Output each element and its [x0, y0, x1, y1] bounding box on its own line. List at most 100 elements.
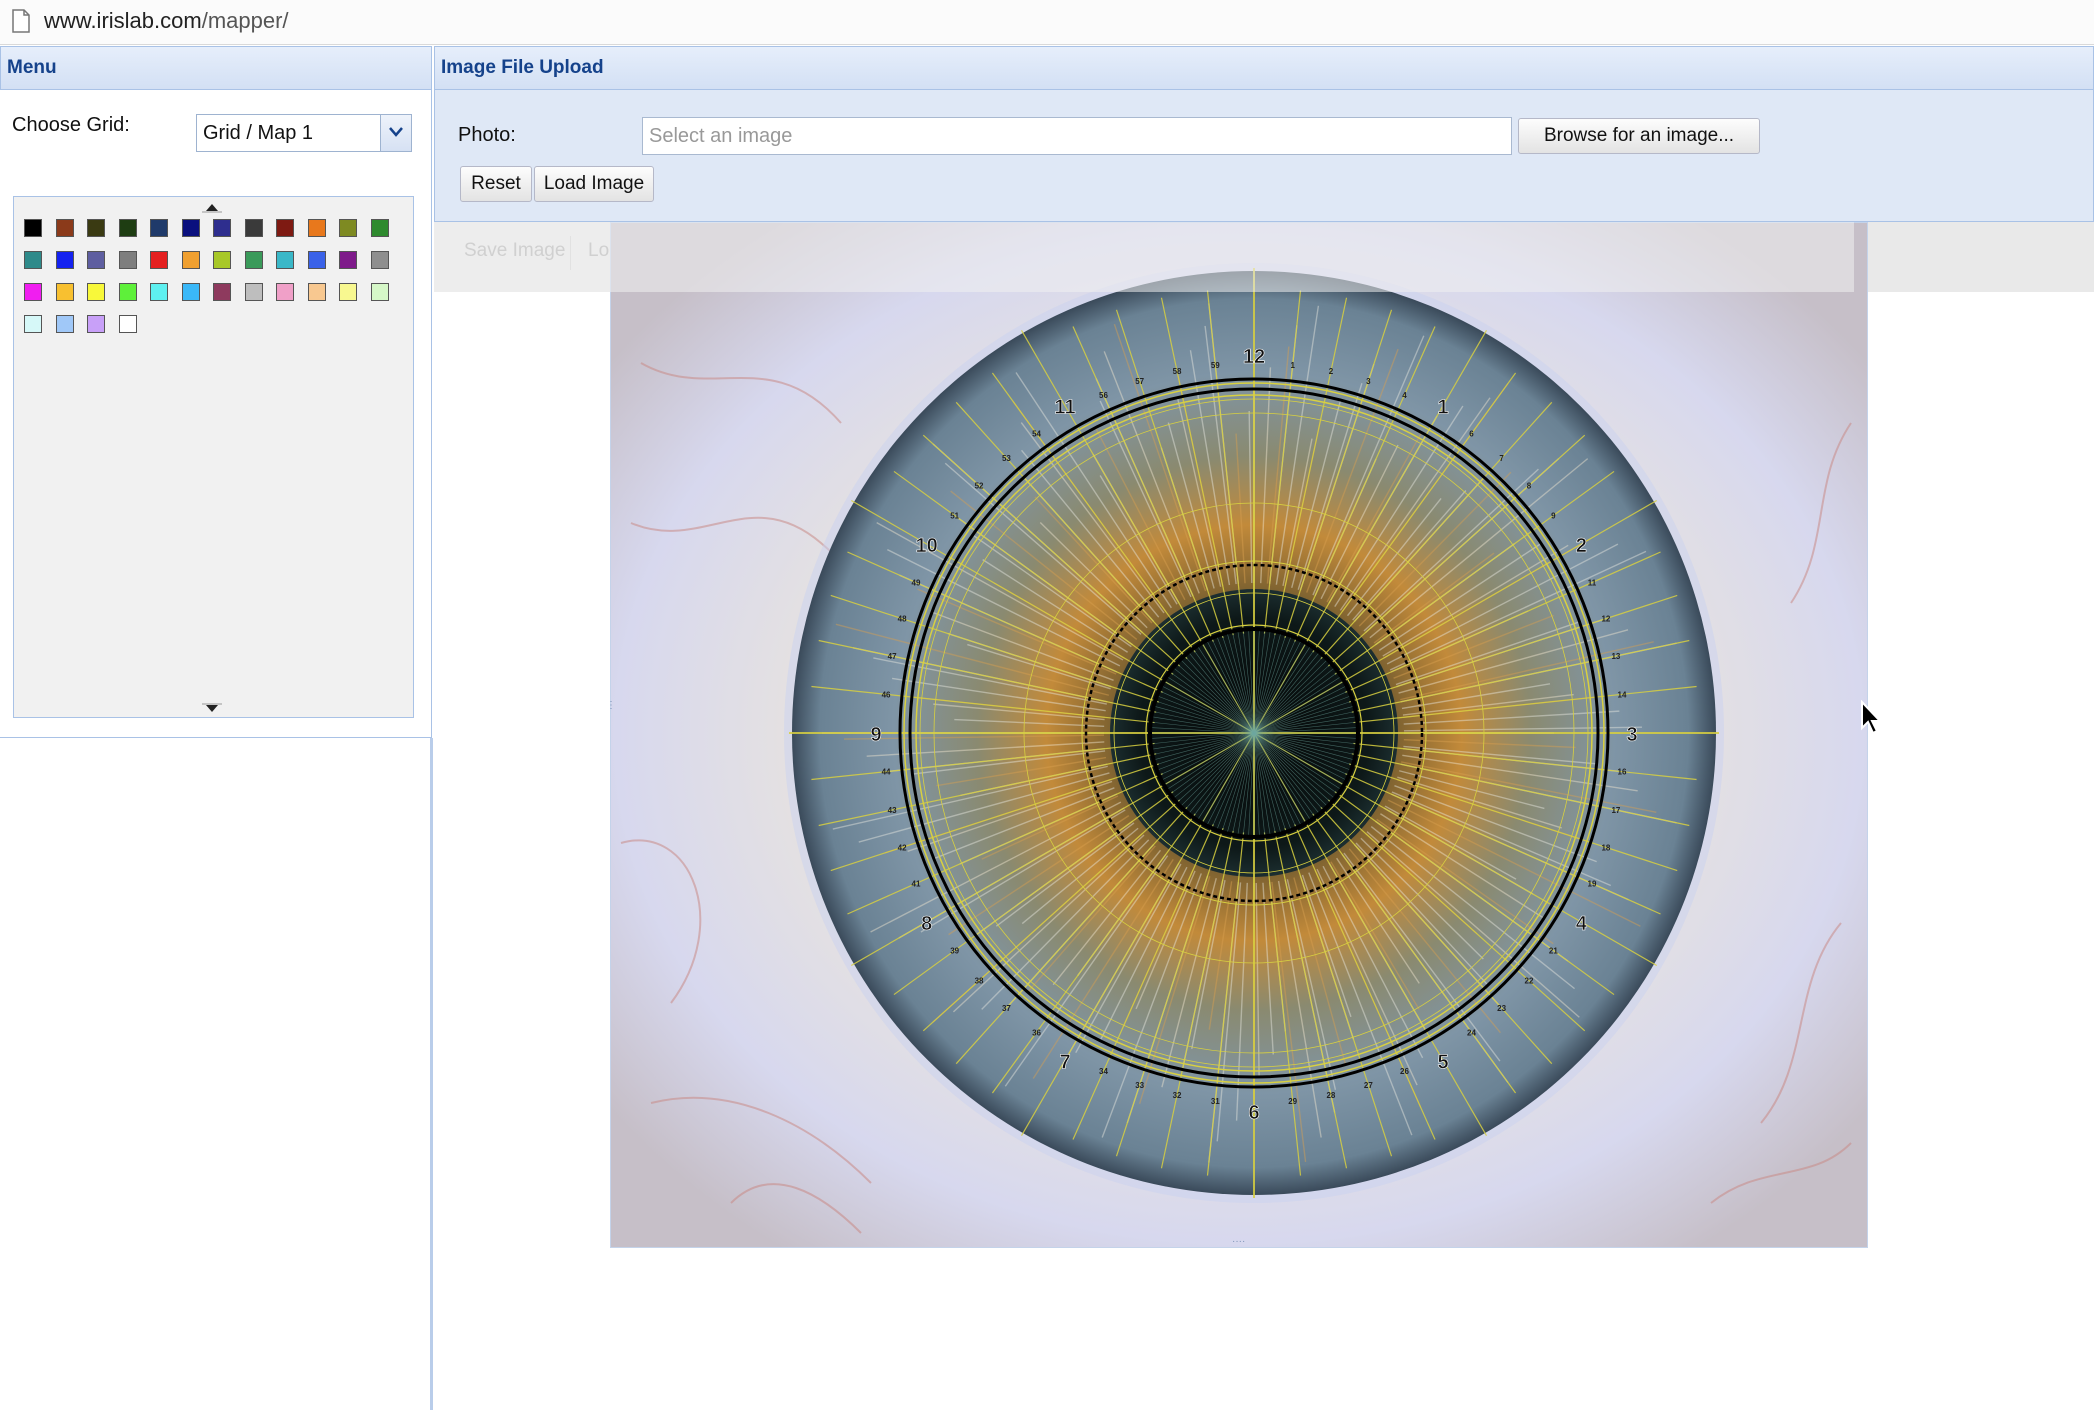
upload-panel-header: Image File Upload	[434, 46, 2094, 90]
resize-handle-bottom[interactable]: ····	[1232, 1236, 1245, 1247]
color-swatch[interactable]	[24, 219, 42, 237]
minute-label: 51	[950, 512, 959, 521]
minute-label: 11	[1588, 579, 1597, 588]
color-swatch[interactable]	[339, 219, 357, 237]
color-swatch[interactable]	[87, 315, 105, 333]
load-image-button[interactable]: Load Image	[534, 166, 654, 202]
color-swatch[interactable]	[181, 283, 200, 301]
menu-panel-title: Menu	[7, 57, 57, 78]
minute-label: 23	[1497, 1004, 1506, 1013]
hour-label: 9	[870, 724, 881, 746]
color-swatch[interactable]	[213, 283, 231, 301]
color-swatch[interactable]	[118, 315, 137, 333]
minute-label: 38	[975, 977, 984, 986]
minute-label: 31	[1211, 1097, 1220, 1106]
grid-select-trigger[interactable]	[380, 115, 411, 151]
minute-label: 34	[1099, 1067, 1108, 1076]
minute-label: 1	[1290, 361, 1295, 370]
hour-label: 12	[1243, 346, 1265, 368]
scroll-up-icon[interactable]	[202, 203, 222, 213]
color-swatch[interactable]	[118, 219, 137, 237]
minute-label: 52	[975, 481, 984, 490]
resize-handle-left[interactable]: ⋮	[606, 700, 616, 711]
color-swatch[interactable]	[339, 251, 357, 269]
hour-label: 7	[1059, 1051, 1070, 1073]
minute-label: 56	[1099, 391, 1108, 400]
iris-image-container[interactable]: 12 1 2 3 4 5 6 7 8 9 10 11 1 2 3 4 6 7 8 9 11 12 13 14 16 17 18 19 2…	[610, 222, 1868, 1248]
minute-label: 53	[1002, 454, 1011, 463]
color-swatch[interactable]	[55, 283, 74, 301]
color-swatch[interactable]	[276, 251, 294, 269]
color-swatch[interactable]	[87, 251, 105, 269]
photo-file-input[interactable]	[642, 117, 1512, 155]
mouse-cursor-icon	[1861, 700, 1883, 735]
minute-label: 54	[1032, 430, 1041, 439]
color-swatch[interactable]	[370, 251, 389, 269]
minute-label: 16	[1618, 768, 1627, 777]
minute-label: 46	[882, 690, 891, 699]
color-swatch[interactable]	[87, 283, 105, 301]
url-text[interactable]: www.irislab.com/mapper/	[44, 7, 289, 35]
color-swatch[interactable]	[87, 219, 105, 237]
iris-image[interactable]: 1212345678910111234678911121314161718192…	[611, 223, 1867, 1247]
color-swatch[interactable]	[276, 219, 294, 237]
color-swatch[interactable]	[118, 283, 137, 301]
color-swatch[interactable]	[244, 283, 263, 301]
color-palette	[13, 196, 414, 718]
minute-label: 42	[898, 843, 907, 852]
color-swatch[interactable]	[213, 251, 231, 269]
color-swatch[interactable]	[370, 219, 389, 237]
hour-label: 10	[916, 535, 938, 557]
color-swatch[interactable]	[370, 283, 389, 301]
minute-label: 58	[1173, 367, 1182, 376]
color-swatch[interactable]	[307, 283, 326, 301]
color-swatch[interactable]	[150, 219, 168, 237]
color-swatch[interactable]	[244, 219, 263, 237]
color-swatch[interactable]	[118, 251, 137, 269]
reset-button[interactable]: Reset	[460, 166, 532, 202]
minute-label: 49	[912, 579, 921, 588]
minute-label: 18	[1601, 843, 1610, 852]
minute-label: 8	[1527, 481, 1532, 490]
hour-label: 2	[1576, 535, 1587, 557]
color-swatch[interactable]	[307, 251, 326, 269]
color-swatch[interactable]	[24, 283, 42, 301]
minute-label: 57	[1135, 377, 1144, 386]
color-swatch[interactable]	[55, 251, 74, 269]
color-swatch[interactable]	[150, 251, 168, 269]
scroll-down-icon[interactable]	[202, 703, 222, 713]
minute-label: 29	[1288, 1097, 1297, 1106]
browse-image-button[interactable]: Browse for an image...	[1518, 118, 1760, 154]
upload-panel-body	[434, 90, 2094, 222]
upload-panel-title: Image File Upload	[441, 57, 604, 78]
color-swatch[interactable]	[55, 219, 74, 237]
color-swatch[interactable]	[181, 251, 200, 269]
minute-label: 7	[1499, 454, 1504, 463]
minute-label: 13	[1611, 652, 1620, 661]
color-swatch[interactable]	[181, 219, 200, 237]
minute-label: 26	[1400, 1067, 1409, 1076]
color-swatch[interactable]	[150, 283, 168, 301]
browser-url-bar[interactable]: www.irislab.com/mapper/	[0, 0, 2094, 45]
minute-label: 39	[950, 946, 959, 955]
save-image-button[interactable]: Save Image	[464, 240, 565, 262]
color-swatch[interactable]	[244, 251, 263, 269]
color-swatch[interactable]	[24, 315, 42, 333]
color-swatch[interactable]	[213, 219, 231, 237]
minute-label: 4	[1402, 391, 1407, 400]
photo-label: Photo:	[458, 124, 516, 146]
minute-label: 28	[1326, 1091, 1335, 1100]
url-path: /mapper/	[201, 8, 289, 33]
color-swatch[interactable]	[276, 283, 294, 301]
color-swatch[interactable]	[55, 315, 74, 333]
hour-label: 4	[1576, 913, 1588, 935]
minute-label: 32	[1173, 1091, 1182, 1100]
panel-splitter[interactable]	[430, 738, 433, 1410]
minute-label: 17	[1611, 806, 1620, 815]
color-swatch[interactable]	[24, 251, 42, 269]
minute-label: 21	[1549, 946, 1558, 955]
color-swatch[interactable]	[307, 219, 326, 237]
grid-select[interactable]: Grid / Map 1	[196, 114, 412, 152]
minute-label: 12	[1601, 615, 1610, 624]
color-swatch[interactable]	[339, 283, 357, 301]
